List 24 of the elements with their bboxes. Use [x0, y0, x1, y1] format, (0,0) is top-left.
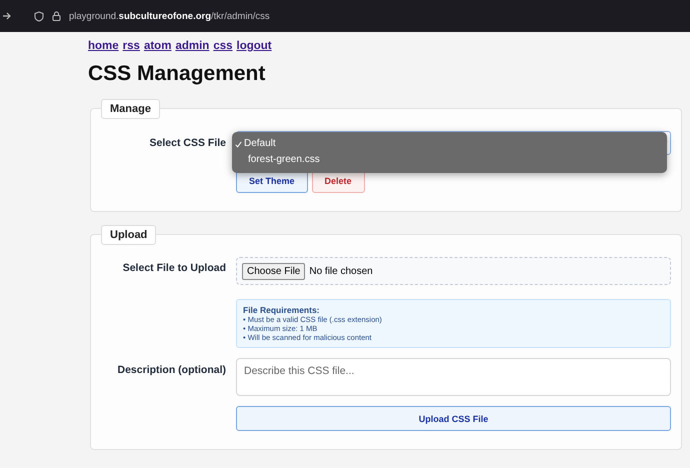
shield-icon — [34, 10, 44, 22]
field-label: Select File to Upload — [122, 261, 226, 274]
nav-link[interactable]: atom — [144, 40, 172, 52]
field-label: Description (optional) — [116, 363, 226, 376]
nav-link[interactable]: admin — [175, 40, 210, 52]
nav-link[interactable]: home — [88, 40, 119, 52]
field-label: Select CSS File — [148, 137, 226, 149]
nav-link[interactable]: rss — [122, 40, 140, 52]
page-title: CSS Management — [88, 62, 266, 86]
address-bar-url[interactable]: playground.subcultureofone.org/tkr/admin/css — [69, 10, 270, 22]
lock-icon — [52, 11, 61, 21]
requirements-title: File Requirements: — [243, 305, 321, 315]
file-status: No file chosen — [309, 266, 373, 276]
nav-link[interactable]: css — [213, 40, 232, 52]
panel-legend: Upload — [101, 225, 156, 245]
description-field[interactable]: Describe this CSS file... — [236, 358, 671, 396]
file-drop-area[interactable]: Choose File No file chosen — [236, 257, 671, 285]
panel-legend: Manage — [101, 99, 160, 119]
dropdown-option[interactable]: forest-green.css — [232, 152, 667, 168]
choose-file-button[interactable]: Choose File — [242, 262, 306, 280]
nav-link[interactable]: logout — [236, 40, 272, 52]
upload-button[interactable]: Upload CSS File — [236, 406, 671, 431]
dropdown-option[interactable]: Default — [232, 136, 667, 152]
forward-arrow-icon[interactable] — [2, 11, 12, 21]
